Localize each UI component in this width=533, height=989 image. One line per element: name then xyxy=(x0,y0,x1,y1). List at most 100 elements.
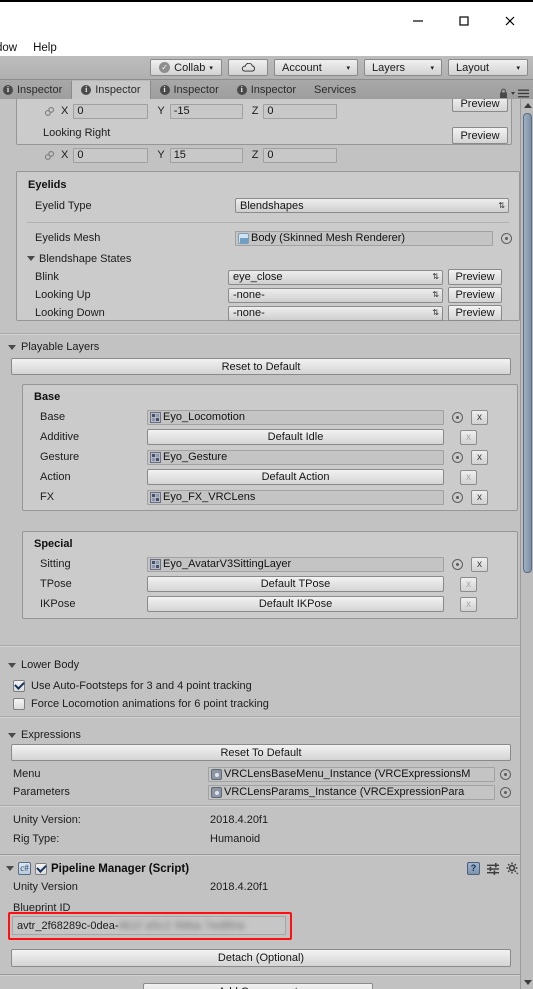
tab-inspector-3[interactable]: i Inspector xyxy=(151,80,228,99)
playable-layers-foldout[interactable]: Playable Layers xyxy=(8,338,99,356)
clear-sitting-button[interactable]: x xyxy=(471,556,488,572)
scrollbar-thumb[interactable] xyxy=(523,113,532,573)
scroll-down-arrow-icon[interactable] xyxy=(523,978,532,987)
expressions-parameters-field[interactable]: VRCLensParams_Instance (VRCExpressionPar… xyxy=(208,784,495,800)
collab-check-icon: ✓ xyxy=(159,62,171,73)
force-locomotion-row[interactable]: Force Locomotion animations for 6 point … xyxy=(13,695,269,713)
force-locomotion-checkbox[interactable] xyxy=(13,698,25,710)
reset-to-default-button[interactable]: Reset to Default xyxy=(11,358,511,375)
tab-inspector-4[interactable]: i Inspector xyxy=(228,80,305,99)
add-component-button[interactable]: Add Component xyxy=(143,983,373,989)
eyelids-title: Eyelids xyxy=(28,179,67,191)
clear-gesture-button[interactable]: x xyxy=(471,449,488,465)
sitting-layer-value: Eyo_AvatarV3SittingLayer xyxy=(163,558,292,570)
layer-label: Additive xyxy=(40,431,80,443)
preview-button-looking-up[interactable]: Preview xyxy=(448,287,502,303)
scroll-up-arrow-icon[interactable] xyxy=(523,101,532,110)
help-icon[interactable]: ? xyxy=(467,862,480,875)
ikpose-default-button[interactable]: Default IKPose xyxy=(147,596,444,612)
menu-item-help[interactable]: Help xyxy=(25,42,65,54)
object-picker-icon[interactable] xyxy=(452,491,463,503)
eye-rot-z-field[interactable]: 0 xyxy=(263,103,338,119)
layers-button[interactable]: Layers ▾ xyxy=(364,59,442,76)
object-picker-icon[interactable] xyxy=(452,411,463,423)
additive-default-button[interactable]: Default Idle xyxy=(147,429,444,445)
preview-button-blink[interactable]: Preview xyxy=(448,269,502,285)
pipeline-manager-header[interactable]: c# Pipeline Manager (Script) ? xyxy=(0,859,526,878)
lower-body-divider xyxy=(0,645,520,646)
auto-footsteps-checkbox[interactable] xyxy=(13,680,25,692)
expressions-label: Expressions xyxy=(21,729,81,741)
close-icon[interactable] xyxy=(487,2,533,40)
tab-inspector-2[interactable]: i Inspector xyxy=(71,80,151,99)
gear-icon[interactable] xyxy=(506,862,519,875)
looking-down-dropdown[interactable]: -none- ⇅ xyxy=(228,305,443,321)
inspector-scrollbar[interactable] xyxy=(520,99,533,989)
object-picker-icon[interactable] xyxy=(500,768,511,780)
eyelids-mesh-value: Body (Skinned Mesh Renderer) xyxy=(251,232,406,244)
rig-type-label: Rig Type: xyxy=(13,833,60,845)
eyelids-mesh-row: Eyelids Mesh Body (Skinned Mesh Renderer… xyxy=(17,227,519,249)
looking-up-dropdown[interactable]: -none- ⇅ xyxy=(228,287,443,303)
tab-label: Inspector xyxy=(250,83,296,96)
auto-footsteps-label: Use Auto-Footsteps for 3 and 4 point tra… xyxy=(31,680,252,692)
minimize-icon[interactable] xyxy=(395,2,441,40)
blink-dropdown[interactable]: eye_close ⇅ xyxy=(228,269,443,285)
hamburger-menu-icon[interactable] xyxy=(518,89,529,98)
eye-rot-x-field[interactable]: 0 xyxy=(73,147,149,163)
expressions-menu-field[interactable]: VRCLensBaseMenu_Instance (VRCExpressions… xyxy=(208,766,495,782)
object-picker-icon[interactable] xyxy=(452,451,463,463)
expressions-reset-button[interactable]: Reset To Default xyxy=(11,744,511,761)
blueprint-id-field[interactable]: avtr_2f68289c-0dea- 4b1f a5c2 99ba 7ed80… xyxy=(12,916,286,935)
lock-icon[interactable] xyxy=(499,88,508,99)
blendshape-states-foldout[interactable]: Blendshape States xyxy=(17,249,519,268)
expressions-foldout[interactable]: Expressions xyxy=(8,726,81,744)
lower-body-foldout[interactable]: Lower Body xyxy=(8,656,79,674)
clear-fx-button[interactable]: x xyxy=(471,489,488,505)
component-header-icons: ? xyxy=(467,862,526,875)
maximize-icon[interactable] xyxy=(441,2,487,40)
eye-rot-z-field[interactable]: 0 xyxy=(263,147,338,163)
tpose-default-button[interactable]: Default TPose xyxy=(147,576,444,592)
clear-base-button[interactable]: x xyxy=(471,409,488,425)
eyelid-type-dropdown[interactable]: Blendshapes ⇅ xyxy=(235,198,509,213)
foldout-arrow-icon[interactable] xyxy=(6,866,14,871)
base-layer-field[interactable]: Eyo_Locomotion xyxy=(147,409,444,425)
action-default-button[interactable]: Default Action xyxy=(147,469,444,485)
special-layers-box: Special Sitting Eyo_AvatarV3SittingLayer… xyxy=(22,531,518,619)
preview-button-top[interactable]: Preview xyxy=(452,99,508,112)
fx-layer-field[interactable]: Eyo_FX_VRCLens xyxy=(147,489,444,505)
tab-services[interactable]: Services xyxy=(305,80,365,99)
preview-button-looking-down[interactable]: Preview xyxy=(448,305,502,321)
blendshape-label: Blink xyxy=(35,271,59,283)
expressions-parameters-value: VRCLensParams_Instance (VRCExpressionPar… xyxy=(224,786,465,798)
preset-icon[interactable] xyxy=(487,862,499,875)
blendshape-label: Looking Up xyxy=(35,289,91,301)
tab-inspector-1[interactable]: i Inspector xyxy=(0,80,71,99)
object-picker-icon[interactable] xyxy=(500,786,511,798)
eyelids-mesh-field[interactable]: Body (Skinned Mesh Renderer) xyxy=(235,230,493,246)
cloud-button[interactable] xyxy=(228,59,268,76)
object-picker-icon[interactable] xyxy=(452,558,463,570)
layout-button[interactable]: Layout ▾ xyxy=(448,59,528,76)
gesture-layer-field[interactable]: Eyo_Gesture xyxy=(147,449,444,465)
base-layer-value: Eyo_Locomotion xyxy=(163,411,245,423)
foldout-arrow-icon xyxy=(27,256,35,261)
chevron-down-icon xyxy=(511,91,515,95)
eye-rot-x-field[interactable]: 0 xyxy=(73,103,149,119)
inspector-panel: X 0 Y -15 Z 0 Looking Right X 0 Y 15 Z 0… xyxy=(0,99,533,989)
chevron-down-icon: ▾ xyxy=(516,65,520,72)
menu-item-window[interactable]: dow xyxy=(0,42,25,54)
collab-button[interactable]: ✓ Collab ▾ xyxy=(150,59,222,76)
sitting-layer-field[interactable]: Eyo_AvatarV3SittingLayer xyxy=(147,556,444,572)
account-button[interactable]: Account ▾ xyxy=(274,59,358,76)
preview-button-looking-right[interactable]: Preview xyxy=(452,127,508,144)
eye-rot-y-field[interactable]: 15 xyxy=(169,147,243,163)
object-picker-icon[interactable] xyxy=(501,232,512,244)
tab-label: Inspector xyxy=(95,84,141,96)
eye-rot-y-field[interactable]: -15 xyxy=(169,103,243,119)
inspector-icon: i xyxy=(81,85,92,95)
auto-footsteps-row[interactable]: Use Auto-Footsteps for 3 and 4 point tra… xyxy=(13,677,252,695)
detach-optional-button[interactable]: Detach (Optional) xyxy=(11,949,511,967)
pipeline-manager-enabled-checkbox[interactable] xyxy=(35,862,47,875)
